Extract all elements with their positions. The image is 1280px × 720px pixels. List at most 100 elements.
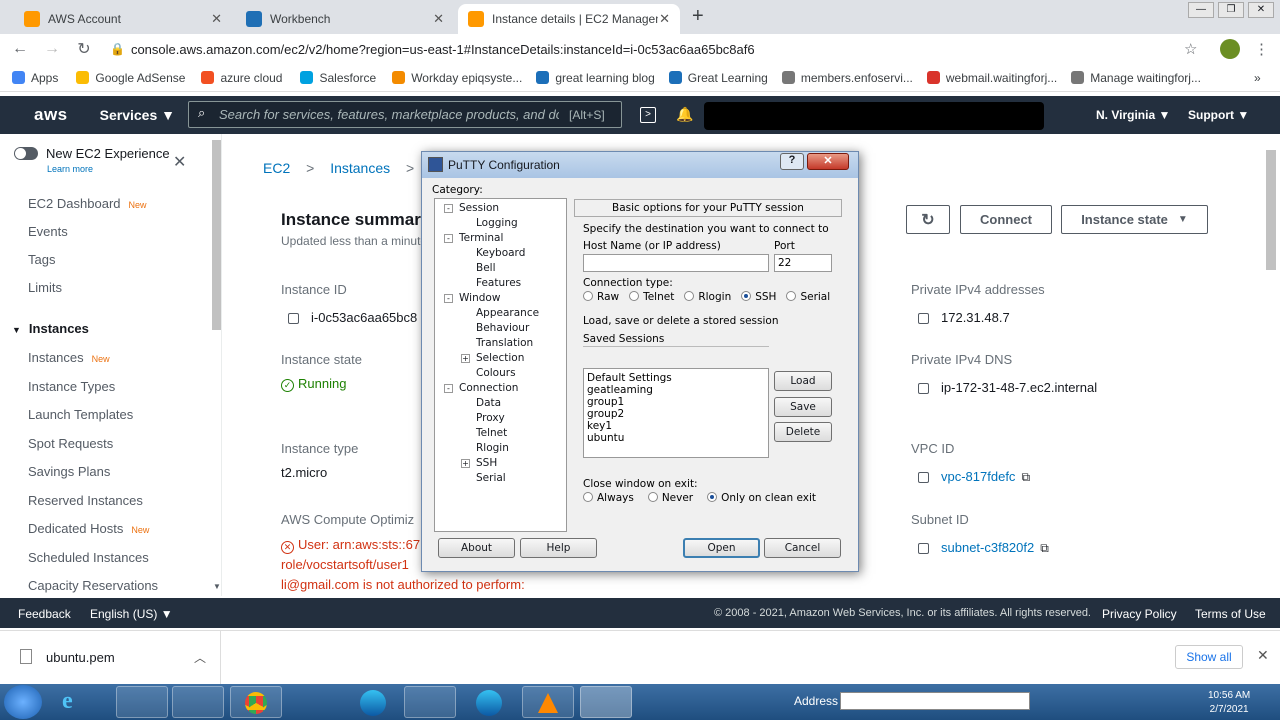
session-item[interactable]: ubuntu [587, 432, 765, 444]
minimize-icon[interactable]: — [1188, 2, 1214, 18]
bookmark-great-learning[interactable]: Great Learning [668, 71, 768, 85]
aws-logo[interactable]: aws [34, 105, 68, 125]
aws-search-input[interactable]: ⌕ Search for services, features, marketp… [188, 101, 622, 128]
sidebar-item-instance-types[interactable]: Instance Types [28, 379, 115, 394]
expand-icon[interactable]: + [461, 354, 470, 363]
learn-more-link[interactable]: Learn more [47, 164, 93, 174]
new-experience-toggle[interactable] [14, 147, 38, 160]
tab-instance-details[interactable]: Instance details | EC2 Managem ✕ [458, 4, 680, 34]
tree-item-appearance[interactable]: Appearance [476, 307, 539, 319]
sidebar-item-ec2-dashboard[interactable]: EC2 Dashboard New [28, 196, 147, 211]
sidebar-item-limits[interactable]: Limits [28, 280, 62, 295]
session-item[interactable]: key1 [587, 420, 765, 432]
tree-item-window[interactable]: Window [459, 292, 500, 304]
address-bar[interactable]: console.aws.amazon.com/ec2/v2/home?regio… [131, 42, 755, 57]
collapse-icon[interactable]: - [444, 234, 453, 243]
load-button[interactable]: Load [774, 371, 832, 391]
tree-item-ssh[interactable]: SSH [476, 457, 497, 469]
app-taskbar-icon[interactable] [404, 686, 456, 718]
services-menu[interactable]: Services ▼ [100, 107, 175, 123]
session-item[interactable]: Default Settings [587, 372, 765, 384]
bookmark-apps[interactable]: Apps [12, 71, 58, 85]
more-bookmarks-icon[interactable]: » [1254, 71, 1261, 85]
sessions-listbox[interactable]: Default Settings geatleaming group1 group2 k… [583, 368, 769, 458]
bookmark-workday[interactable]: Workday epiqsyste... [392, 71, 522, 85]
copy-icon[interactable] [288, 313, 299, 325]
host-input[interactable] [583, 254, 769, 272]
bookmark-enfoservice[interactable]: members.enfoservi... [781, 71, 913, 85]
connect-button[interactable]: Connect [960, 205, 1052, 234]
close-never-radio[interactable]: Never [647, 492, 693, 504]
main-scrollbar[interactable] [1266, 150, 1276, 270]
copy-icon[interactable] [918, 543, 929, 555]
conn-serial-radio[interactable]: Serial [786, 291, 830, 303]
session-item[interactable]: group1 [587, 396, 765, 408]
privacy-link[interactable]: Privacy Policy [1102, 607, 1177, 621]
session-item[interactable]: group2 [587, 408, 765, 420]
profile-avatar[interactable] [1220, 39, 1240, 59]
breadcrumb-ec2[interactable]: EC2 [263, 160, 290, 176]
close-download-bar-icon[interactable]: ✕ [1257, 647, 1269, 664]
conn-rlogin-radio[interactable]: Rlogin [684, 291, 731, 303]
sidebar-item-capacity-reservations[interactable]: Capacity Reservations [28, 578, 158, 593]
bookmark-webmail[interactable]: webmail.waitingforj... [926, 71, 1057, 85]
sidebar-item-events[interactable]: Events [28, 224, 68, 239]
system-clock[interactable]: 10:56 AM 2/7/2021 [1208, 689, 1250, 717]
subnet-link[interactable]: subnet-c3f820f2 [941, 540, 1034, 555]
terms-link[interactable]: Terms of Use [1195, 607, 1266, 621]
tree-item-colours[interactable]: Colours [476, 367, 516, 379]
tree-item-rlogin[interactable]: Rlogin [476, 442, 509, 454]
tree-item-telnet[interactable]: Telnet [476, 427, 507, 439]
sidebar-item-reserved-instances[interactable]: Reserved Instances [28, 493, 143, 508]
conn-ssh-radio[interactable]: SSH [741, 291, 776, 303]
tree-item-bell[interactable]: Bell [476, 262, 496, 274]
support-menu[interactable]: Support ▼ [1188, 108, 1249, 122]
language-selector[interactable]: English (US) ▼ [90, 607, 173, 621]
tree-item-keyboard[interactable]: Keyboard [476, 247, 525, 259]
edge-icon[interactable] [476, 690, 502, 716]
about-button[interactable]: About [438, 538, 515, 558]
conn-raw-radio[interactable]: Raw [583, 291, 619, 303]
tree-item-proxy[interactable]: Proxy [476, 412, 505, 424]
tree-item-terminal[interactable]: Terminal [459, 232, 503, 244]
sidebar-item-launch-templates[interactable]: Launch Templates [28, 407, 133, 422]
taskbar-address-input[interactable] [840, 692, 1030, 710]
media-taskbar-icon[interactable] [172, 686, 224, 718]
refresh-button[interactable]: ↻ [906, 205, 950, 234]
breadcrumb-instances[interactable]: Instances [330, 160, 390, 176]
tab-workbench[interactable]: Workbench ✕ [236, 4, 454, 34]
help-question-icon[interactable]: ? [780, 153, 804, 170]
vpc-link[interactable]: vpc-817fdefc [941, 469, 1015, 484]
port-input[interactable]: 22 [774, 254, 832, 272]
sidebar-item-scheduled-instances[interactable]: Scheduled Instances [28, 550, 149, 565]
maximize-icon[interactable]: ❐ [1218, 2, 1244, 18]
edge-icon[interactable] [360, 690, 386, 716]
close-tab-icon[interactable]: ✕ [211, 11, 222, 27]
back-icon[interactable]: ← [8, 40, 32, 58]
bookmark-gl-blog[interactable]: great learning blog [536, 71, 655, 85]
tree-item-serial[interactable]: Serial [476, 472, 506, 484]
close-tab-icon[interactable]: ✕ [659, 11, 670, 27]
new-tab-icon[interactable]: + [692, 5, 704, 28]
feedback-link[interactable]: Feedback [18, 607, 71, 621]
cloudshell-icon[interactable]: > [640, 107, 656, 123]
open-button[interactable]: Open [683, 538, 760, 558]
tree-item-logging[interactable]: Logging [476, 217, 518, 229]
copy-icon[interactable] [918, 383, 929, 395]
sidebar-scrollbar[interactable] [212, 140, 221, 330]
ie-icon[interactable]: e [62, 688, 73, 715]
menu-kebab-icon[interactable]: ⋮ [1254, 40, 1269, 58]
conn-telnet-radio[interactable]: Telnet [629, 291, 674, 303]
scroll-down-icon[interactable]: ▼ [213, 582, 221, 591]
close-sidebar-icon[interactable]: ✕ [173, 152, 186, 172]
bookmark-star-icon[interactable]: ☆ [1184, 40, 1197, 58]
paint-taskbar-icon[interactable] [288, 686, 340, 718]
close-tab-icon[interactable]: ✕ [433, 11, 444, 27]
session-item[interactable]: geatleaming [587, 384, 765, 396]
collapse-icon[interactable]: - [444, 204, 453, 213]
tree-item-behaviour[interactable]: Behaviour [476, 322, 529, 334]
sidebar-item-instances[interactable]: Instances New [28, 350, 110, 365]
putty-taskbar-icon[interactable] [580, 686, 632, 718]
bookmark-manage[interactable]: Manage waitingforj... [1071, 71, 1201, 85]
bookmark-adsense[interactable]: Google AdSense [76, 71, 185, 85]
